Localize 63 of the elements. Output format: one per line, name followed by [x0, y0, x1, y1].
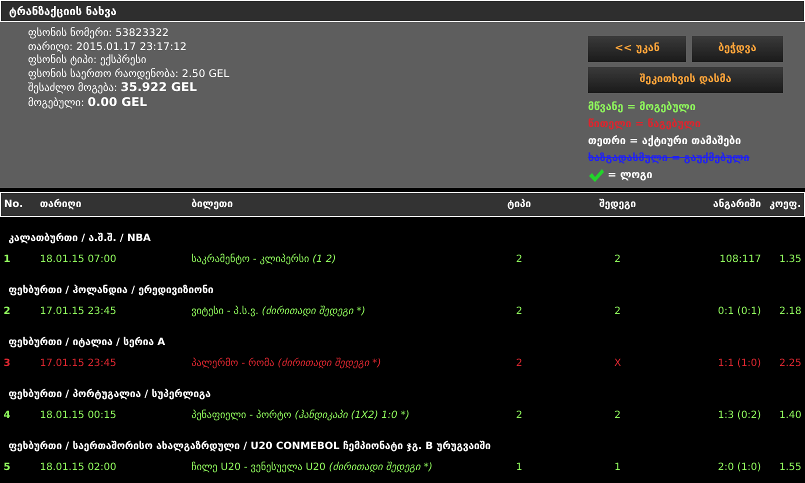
ask-question-button[interactable]: შეკითხვის დასმა	[588, 67, 783, 94]
table-cell-text: 17.01.15 23:45	[38, 357, 118, 371]
table-cell-text: 2	[514, 253, 524, 267]
legend-text: მწვანე = მოგებული	[588, 100, 696, 114]
group-title: ფეხბურთი / იტალია / სერია A	[8, 336, 166, 350]
column-header: კოეფ.	[764, 192, 804, 216]
table-cell-text: ვიტესი - პ.ს.ვ. (ძირითადი შედეგი *)	[190, 304, 366, 319]
table-cell-text: 2	[613, 305, 622, 319]
table-cell-text: 2.18	[778, 305, 802, 319]
table-cell-text: პენაფიელი - პორტო (ჰანდიკაპი (1X2) 1:0 *)	[190, 408, 411, 423]
info-line: ფსონის საერთო რაოდენობა: 2.50 GEL	[28, 68, 230, 82]
table-cell-text: 1.55	[778, 461, 802, 475]
group-title: ფეხბურთი / პორტუგალია / სუპერლიგა	[8, 388, 212, 402]
table-cell-text: 1	[2, 253, 12, 267]
info-line: ფსონის ტიპი: ექსპრესი	[28, 54, 148, 68]
table-cell-text: 2	[2, 305, 12, 319]
table-cell-text: 1:3 (0:2)	[716, 409, 762, 423]
column-header: ბილეთი	[188, 192, 482, 216]
table-cell-text: 2	[514, 409, 524, 423]
group-title: ფეხბურთი / ჰოლანდია / ერედივიზიონი	[8, 284, 215, 298]
checkmark-icon	[588, 168, 605, 182]
info-line: შესაძლო მოგება: 35.922 GEL	[28, 81, 198, 96]
table-cell-text: ჩილე U20 - ვენესუელა U20 (ძირითადი შედეგი *)	[190, 460, 434, 475]
table-cell-text: 5	[2, 461, 12, 475]
table-cell-text: 4	[2, 409, 12, 423]
print-button[interactable]: ბეჭდვა	[692, 36, 784, 62]
legend-text: თეთრი = აქტიური თამაშები	[588, 134, 742, 148]
table-cell-text: 108:117	[718, 253, 762, 267]
group-title: კალათბურთი / ა.შ.შ. / NBA	[0, 216, 804, 250]
column-header: თარიღი	[36, 192, 188, 216]
table-cell-text: 2	[613, 253, 622, 267]
back-button[interactable]: << უკან	[588, 36, 686, 62]
table-cell-text: 2:0 (1:0)	[716, 461, 762, 475]
table-cell-text: 3	[2, 357, 12, 371]
column-header: შედეგი	[557, 192, 678, 216]
legend-text: = ლოგი	[608, 168, 652, 182]
info-line: თარიღი: 2015.01.17 23:17:12	[28, 40, 188, 54]
table-cell-text: 2	[514, 357, 524, 371]
table-cell-text: 1	[613, 461, 622, 475]
table-cell-text: 0:1 (0:1)	[716, 305, 762, 319]
table-cell-text: 18.01.15 00:15	[38, 409, 118, 423]
column-header: ანგარიში	[678, 192, 764, 216]
column-header: No.	[0, 192, 37, 216]
table-cell-text: საკრამენტო - კლიპერსი (1 2)	[190, 252, 338, 267]
table-cell-text: პალერმო - რომა (ძირითადი შედეგი *)	[190, 356, 382, 371]
table-cell-text: 18.01.15 02:00	[38, 461, 118, 475]
table-cell-text: 2	[514, 305, 524, 319]
info-line: მოგებული: 0.00 GEL	[28, 96, 148, 111]
group-title: ფეხბურთი / საერთაშორისო ახალგაზრდული / U20 CONMEBOL ჩემპიონატი ჯგ. B ურუგვაიში	[8, 440, 492, 454]
legend-text: ხაზგადასმული = გაუქმებული	[588, 150, 750, 166]
info-line: ფსონის ნომერი: 53823322	[28, 27, 170, 41]
table-cell-text: X	[613, 357, 622, 371]
legend-text: წითელი = წაგებული	[588, 116, 701, 132]
window-title: ტრანზაქციის ნახვა	[0, 0, 805, 22]
table-cell-text: 1	[514, 461, 524, 475]
column-header: ტიპი	[481, 192, 558, 216]
table-cell-text: 2	[613, 409, 622, 423]
table-cell-text: 18.01.15 07:00	[38, 253, 118, 267]
table-cell-text: 1.35	[778, 253, 802, 267]
table-cell-text: 17.01.15 23:45	[38, 305, 118, 319]
table-cell-text: 1.40	[778, 409, 802, 423]
table-cell-text: 1:1 (1:0)	[716, 357, 762, 371]
table-cell-text: 2.25	[778, 357, 802, 371]
